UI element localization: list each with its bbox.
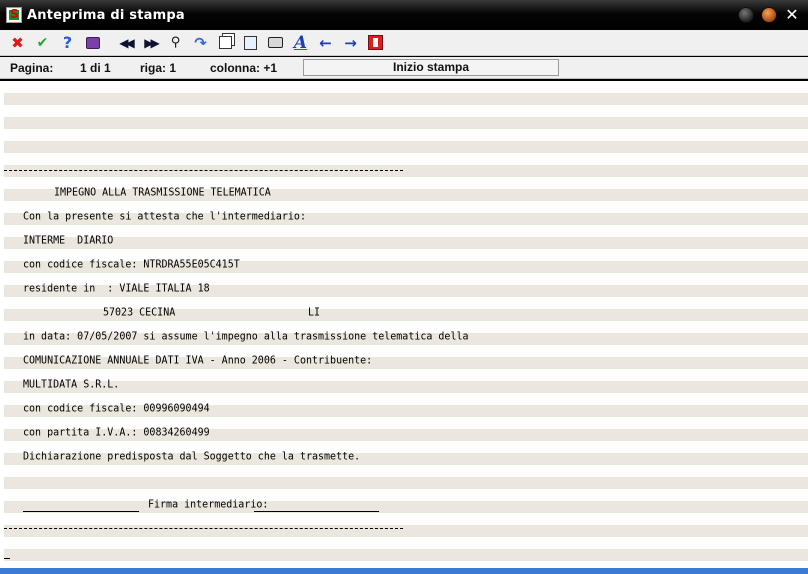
document-line: Dichiarazione predisposta dal Soggetto c… [23,451,361,463]
document-line: LI [308,307,321,319]
text-cursor [4,558,10,559]
document-line: con partita I.V.A.: 00834260499 [23,427,210,439]
document-line: Con la presente si attesta che l'interme… [23,211,306,223]
print-button[interactable] [266,33,285,53]
signature-label: Firma intermediario: [148,499,269,511]
copy-button[interactable] [216,33,235,53]
column-indicator: colonna: +1 [210,61,278,75]
bottom-edge [0,568,808,574]
page-value: 1 di 1 [80,61,111,75]
book-button[interactable] [83,33,102,53]
find-icon[interactable]: ⚲ [166,33,185,53]
status-bar: Pagina: 1 di 1 riga: 1 colonna: +1 Inizi… [0,57,808,79]
arrow-left-icon[interactable]: ← [316,33,335,53]
zoom-icon [244,35,257,50]
book-icon [85,36,100,49]
redo-icon[interactable]: ↷ [191,33,210,53]
arrow-right-icon[interactable]: → [341,33,360,53]
document-heading: IMPEGNO ALLA TRASMISSIONE TELEMATICA [54,187,271,199]
help-icon[interactable]: ? [58,33,77,53]
page-label: Pagina: [10,61,54,75]
document-line: con codice fiscale: NTRDRA55E05C415T [23,259,240,271]
close-window-button[interactable]: ✕ [784,7,800,23]
document-line: MULTIDATA S.R.L. [23,379,120,391]
document-line: COMUNICAZIONE ANNUALE DATI IVA - Anno 20… [23,355,373,367]
copy-icon [219,36,232,49]
status-message: Inizio stampa [303,59,559,76]
first-page-icon[interactable]: ◀◀ [116,33,135,53]
close-icon[interactable]: ✖ [8,33,27,53]
exit-icon [368,35,383,50]
top-separator [4,170,403,171]
print-icon [268,37,283,48]
document-line: residente in : VIALE ITALIA 18 [23,283,210,295]
toolbar: ✖ ✔ ? ◀◀ ▶▶ ⚲ ↷ A ← → [0,30,808,56]
zoom-button[interactable] [241,33,260,53]
signature-line-right [254,511,379,512]
minimize-button[interactable] [738,7,754,23]
document-line: con codice fiscale: 00996090494 [23,403,210,415]
window-controls: ✕ [738,7,800,23]
title-bar: Anteprima di stampa ✕ [0,0,808,30]
exit-button[interactable] [366,33,385,53]
window-title: Anteprima di stampa [27,7,185,23]
last-page-icon[interactable]: ▶▶ [141,33,160,53]
signature-line-left [23,511,139,512]
confirm-icon[interactable]: ✔ [33,33,52,53]
row-indicator: riga: 1 [140,61,177,75]
document-line: 57023 CECINA [103,307,176,319]
bottom-separator [4,528,403,529]
document-line: INTERME DIARIO [23,235,114,247]
document-line: in data: 07/05/2007 si assume l'impegno … [23,331,469,343]
font-icon[interactable]: A [291,33,310,53]
maximize-button[interactable] [761,7,777,23]
print-preview-page[interactable]: IMPEGNO ALLA TRASMISSIONE TELEMATICA Con… [4,81,808,568]
app-logo-icon [6,7,22,23]
